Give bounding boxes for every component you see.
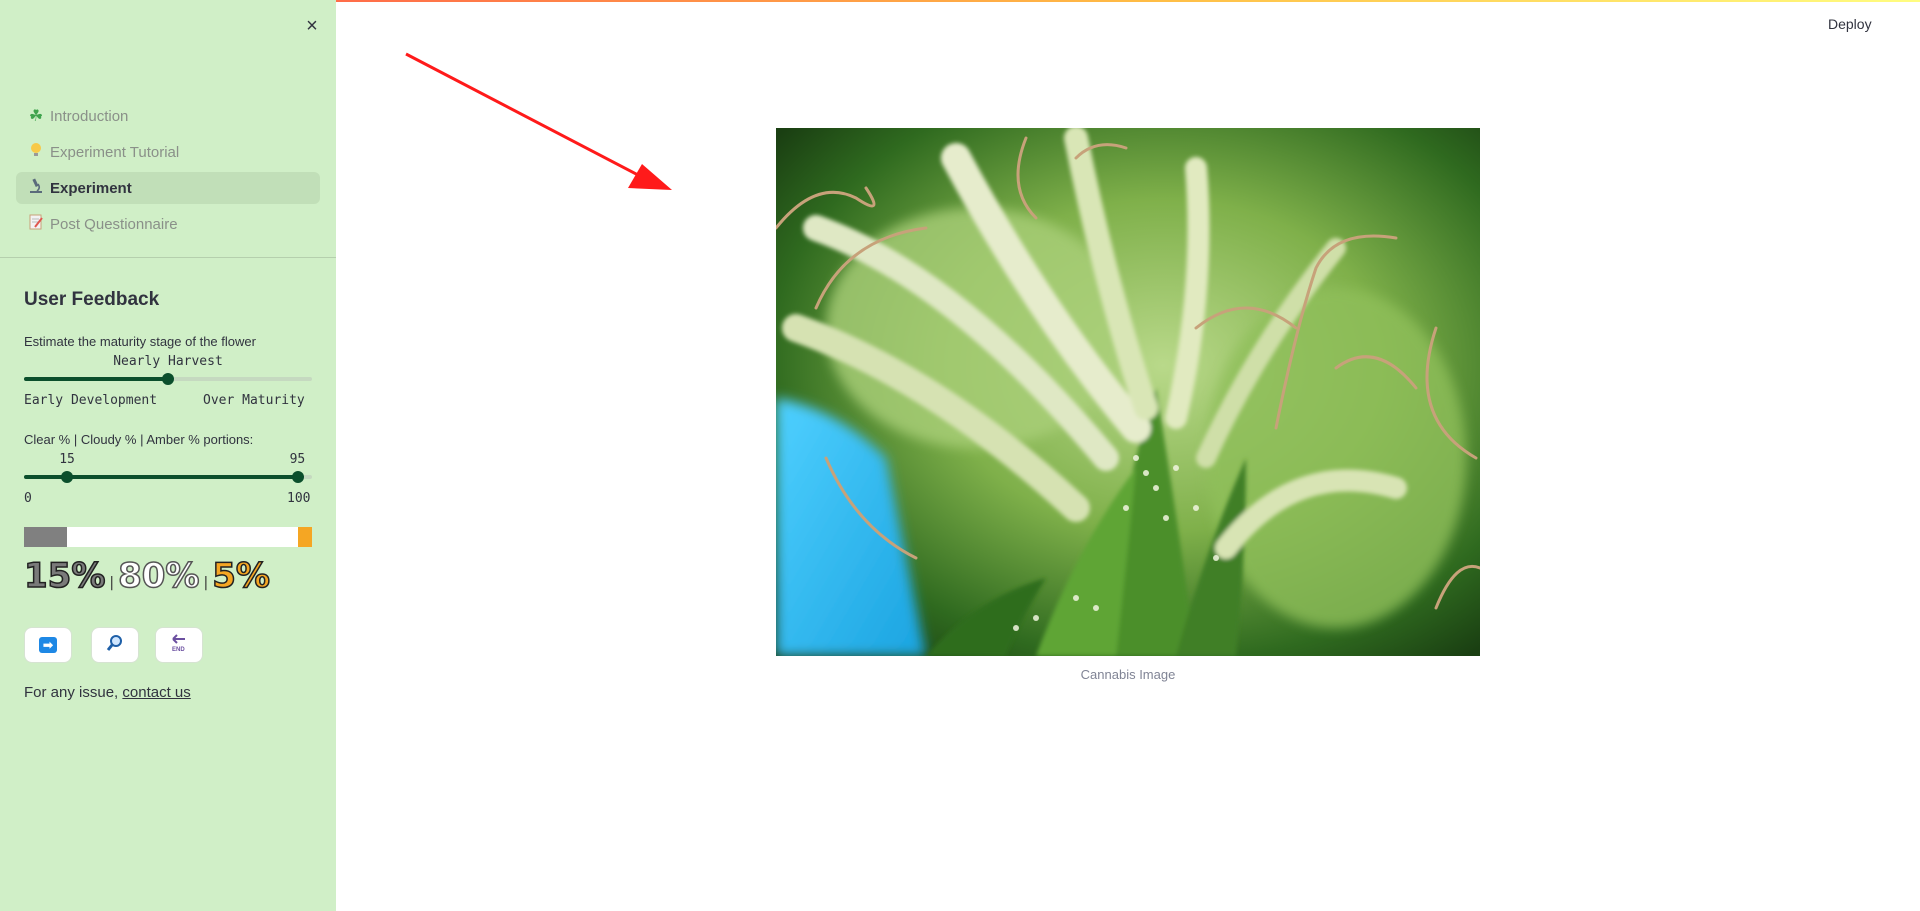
cannabis-image (776, 128, 1480, 656)
contact-us-link[interactable]: contact us (122, 684, 190, 701)
next-arrow-button[interactable]: ➡ (24, 627, 72, 663)
sidebar-item-label: Experiment Tutorial (50, 143, 180, 161)
portion-cloudy-segment (67, 527, 298, 547)
sidebar-item-label: Post Questionnaire (50, 215, 178, 233)
deploy-button[interactable]: Deploy (1828, 16, 1872, 32)
close-sidebar-button[interactable]: × (300, 14, 324, 38)
maturity-slider-thumb[interactable] (162, 373, 174, 385)
image-caption: Cannabis Image (1080, 667, 1176, 682)
maturity-max-label: Over Maturity (203, 393, 305, 408)
sidebar-item-experiment[interactable]: Experiment (16, 172, 320, 204)
portion-clear-segment (24, 527, 68, 547)
sidebar-divider (0, 257, 336, 258)
zoom-button[interactable] (91, 627, 139, 663)
separator: | (109, 575, 115, 591)
sidebar-item-label: Introduction (50, 107, 129, 125)
portions-high-value: 95 (289, 452, 306, 467)
clear-percentage: 15% (23, 555, 106, 597)
amber-percentage: 5% (211, 555, 270, 597)
portion-amber-segment (297, 527, 312, 547)
microscope-icon (26, 178, 46, 199)
sidebar-item-experiment-tutorial[interactable]: Experiment Tutorial (16, 136, 320, 168)
cloudy-percentage: 80% (117, 555, 200, 597)
separator: | (203, 575, 209, 591)
sidebar-nav: ☘ Introduction Experiment Tutorial Exper… (16, 100, 320, 244)
maturity-slider-fill (24, 377, 168, 381)
right-arrow-icon: ➡ (39, 637, 57, 653)
maturity-label: Estimate the maturity stage of the flowe… (24, 334, 256, 349)
maturity-min-label: Early Development (24, 393, 158, 408)
maturity-value: Nearly Harvest (113, 354, 223, 369)
issue-label: For any issue, (24, 684, 119, 701)
close-icon: × (306, 15, 318, 37)
portions-low-value: 15 (59, 452, 75, 467)
sidebar-item-introduction[interactable]: ☘ Introduction (16, 100, 320, 132)
issue-text: For any issue, contact us (24, 684, 191, 701)
portions-label: Clear % | Cloudy % | Amber % portions: (24, 432, 254, 447)
sidebar: × ☘ Introduction Experiment Tutorial Exp… (0, 0, 336, 911)
portion-bar (24, 527, 312, 547)
portions-low-thumb[interactable] (61, 471, 74, 483)
feedback-title: User Feedback (24, 289, 160, 310)
portions-max-label: 100 (287, 491, 311, 506)
lightbulb-icon (26, 142, 46, 163)
magnifier-icon (106, 634, 124, 657)
portions-high-thumb[interactable] (291, 471, 304, 483)
red-arrow-annotation (405, 52, 672, 190)
end-arrow-icon: END (169, 633, 189, 657)
shamrock-icon: ☘ (28, 108, 44, 125)
portions-min-label: 0 (24, 491, 32, 506)
memo-icon (26, 214, 46, 235)
percentages-row: 15% | 80% | 5% (23, 555, 270, 597)
end-button[interactable]: END (155, 627, 203, 663)
sidebar-item-post-questionnaire[interactable]: Post Questionnaire (16, 208, 320, 240)
sidebar-item-label: Experiment (50, 179, 132, 197)
svg-text:END: END (172, 647, 185, 652)
